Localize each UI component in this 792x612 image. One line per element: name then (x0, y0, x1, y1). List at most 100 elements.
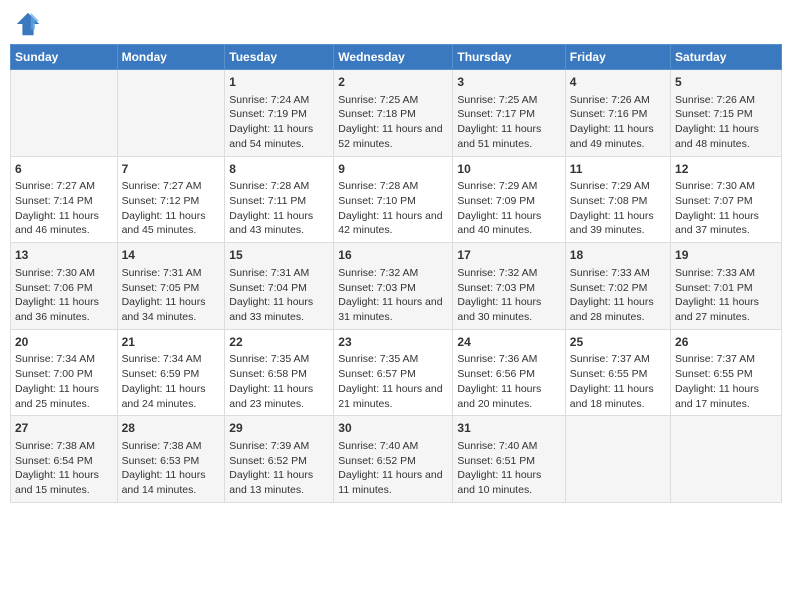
day-info: Sunrise: 7:38 AM Sunset: 6:54 PM Dayligh… (15, 439, 113, 498)
day-info: Sunrise: 7:37 AM Sunset: 6:55 PM Dayligh… (570, 352, 666, 411)
day-number: 17 (457, 247, 560, 264)
calendar-cell (671, 416, 782, 503)
day-info: Sunrise: 7:40 AM Sunset: 6:51 PM Dayligh… (457, 439, 560, 498)
calendar-cell: 17 Sunrise: 7:32 AM Sunset: 7:03 PM Dayli… (453, 243, 565, 330)
day-number: 14 (122, 247, 221, 264)
day-info: Sunrise: 7:29 AM Sunset: 7:08 PM Dayligh… (570, 179, 666, 238)
day-number: 3 (457, 74, 560, 91)
header-thursday: Thursday (453, 45, 565, 70)
day-number: 19 (675, 247, 777, 264)
calendar-cell: 26Sunrise: 7:37 AM Sunset: 6:55 PM Dayli… (671, 329, 782, 416)
day-info: Sunrise: 7:33 AM Sunset: 7:02 PM Dayligh… (570, 266, 666, 325)
day-number: 28 (122, 420, 221, 437)
day-number: 1 (229, 74, 329, 91)
day-info: Sunrise: 7:25 AM Sunset: 7:17 PM Dayligh… (457, 93, 560, 152)
calendar-cell: 25Sunrise: 7:37 AM Sunset: 6:55 PM Dayli… (565, 329, 670, 416)
day-number: 31 (457, 420, 560, 437)
calendar-cell: 31 Sunrise: 7:40 AM Sunset: 6:51 PM Dayli… (453, 416, 565, 503)
day-number: 23 (338, 334, 448, 351)
day-number: 20 (15, 334, 113, 351)
calendar-cell (565, 416, 670, 503)
day-info: Sunrise: 7:39 AM Sunset: 6:52 PM Dayligh… (229, 439, 329, 498)
calendar-cell: 4 Sunrise: 7:26 AM Sunset: 7:16 PM Daylig… (565, 70, 670, 157)
day-number: 2 (338, 74, 448, 91)
day-info: Sunrise: 7:28 AM Sunset: 7:11 PM Dayligh… (229, 179, 329, 238)
calendar-cell: 11Sunrise: 7:29 AM Sunset: 7:08 PM Dayli… (565, 156, 670, 243)
calendar-cell: 23Sunrise: 7:35 AM Sunset: 6:57 PM Dayli… (334, 329, 453, 416)
day-number: 25 (570, 334, 666, 351)
calendar-cell: 8Sunrise: 7:28 AM Sunset: 7:11 PM Daylig… (225, 156, 334, 243)
calendar-cell: 15 Sunrise: 7:31 AM Sunset: 7:04 PM Dayli… (225, 243, 334, 330)
day-info: Sunrise: 7:34 AM Sunset: 7:00 PM Dayligh… (15, 352, 113, 411)
day-number: 10 (457, 161, 560, 178)
header-wednesday: Wednesday (334, 45, 453, 70)
calendar-cell: 2 Sunrise: 7:25 AM Sunset: 7:18 PM Daylig… (334, 70, 453, 157)
header-friday: Friday (565, 45, 670, 70)
calendar-cell: 3 Sunrise: 7:25 AM Sunset: 7:17 PM Daylig… (453, 70, 565, 157)
calendar-week-row: 27Sunrise: 7:38 AM Sunset: 6:54 PM Dayli… (11, 416, 782, 503)
calendar-cell: 18 Sunrise: 7:33 AM Sunset: 7:02 PM Dayli… (565, 243, 670, 330)
calendar-cell: 5Sunrise: 7:26 AM Sunset: 7:15 PM Daylig… (671, 70, 782, 157)
header-monday: Monday (117, 45, 225, 70)
day-number: 21 (122, 334, 221, 351)
day-number: 30 (338, 420, 448, 437)
calendar-cell: 16 Sunrise: 7:32 AM Sunset: 7:03 PM Dayli… (334, 243, 453, 330)
day-info: Sunrise: 7:30 AM Sunset: 7:06 PM Dayligh… (15, 266, 113, 325)
calendar-cell: 14 Sunrise: 7:31 AM Sunset: 7:05 PM Dayli… (117, 243, 225, 330)
calendar-cell (11, 70, 118, 157)
day-info: Sunrise: 7:26 AM Sunset: 7:15 PM Dayligh… (675, 93, 777, 152)
day-number: 12 (675, 161, 777, 178)
calendar-cell: 22Sunrise: 7:35 AM Sunset: 6:58 PM Dayli… (225, 329, 334, 416)
calendar-cell: 21Sunrise: 7:34 AM Sunset: 6:59 PM Dayli… (117, 329, 225, 416)
day-info: Sunrise: 7:27 AM Sunset: 7:14 PM Dayligh… (15, 179, 113, 238)
header-tuesday: Tuesday (225, 45, 334, 70)
calendar-week-row: 1Sunrise: 7:24 AM Sunset: 7:19 PM Daylig… (11, 70, 782, 157)
day-info: Sunrise: 7:38 AM Sunset: 6:53 PM Dayligh… (122, 439, 221, 498)
day-number: 16 (338, 247, 448, 264)
calendar-table: SundayMondayTuesdayWednesdayThursdayFrid… (10, 44, 782, 503)
day-info: Sunrise: 7:32 AM Sunset: 7:03 PM Dayligh… (338, 266, 448, 325)
day-number: 4 (570, 74, 666, 91)
calendar-cell: 28 Sunrise: 7:38 AM Sunset: 6:53 PM Dayli… (117, 416, 225, 503)
day-info: Sunrise: 7:37 AM Sunset: 6:55 PM Dayligh… (675, 352, 777, 411)
day-info: Sunrise: 7:32 AM Sunset: 7:03 PM Dayligh… (457, 266, 560, 325)
day-info: Sunrise: 7:40 AM Sunset: 6:52 PM Dayligh… (338, 439, 448, 498)
calendar-cell: 20Sunrise: 7:34 AM Sunset: 7:00 PM Dayli… (11, 329, 118, 416)
logo-icon (14, 10, 42, 38)
calendar-cell: 24Sunrise: 7:36 AM Sunset: 6:56 PM Dayli… (453, 329, 565, 416)
calendar-week-row: 6Sunrise: 7:27 AM Sunset: 7:14 PM Daylig… (11, 156, 782, 243)
calendar-week-row: 20Sunrise: 7:34 AM Sunset: 7:00 PM Dayli… (11, 329, 782, 416)
calendar-cell: 6Sunrise: 7:27 AM Sunset: 7:14 PM Daylig… (11, 156, 118, 243)
day-info: Sunrise: 7:27 AM Sunset: 7:12 PM Dayligh… (122, 179, 221, 238)
calendar-cell: 29 Sunrise: 7:39 AM Sunset: 6:52 PM Dayli… (225, 416, 334, 503)
header-saturday: Saturday (671, 45, 782, 70)
day-number: 15 (229, 247, 329, 264)
header-sunday: Sunday (11, 45, 118, 70)
day-number: 6 (15, 161, 113, 178)
day-info: Sunrise: 7:26 AM Sunset: 7:16 PM Dayligh… (570, 93, 666, 152)
calendar-cell: 30 Sunrise: 7:40 AM Sunset: 6:52 PM Dayli… (334, 416, 453, 503)
day-number: 9 (338, 161, 448, 178)
day-number: 22 (229, 334, 329, 351)
day-number: 26 (675, 334, 777, 351)
page-header (10, 10, 782, 38)
calendar-cell: 1Sunrise: 7:24 AM Sunset: 7:19 PM Daylig… (225, 70, 334, 157)
day-info: Sunrise: 7:28 AM Sunset: 7:10 PM Dayligh… (338, 179, 448, 238)
calendar-cell: 19 Sunrise: 7:33 AM Sunset: 7:01 PM Dayli… (671, 243, 782, 330)
day-number: 18 (570, 247, 666, 264)
day-number: 24 (457, 334, 560, 351)
day-info: Sunrise: 7:35 AM Sunset: 6:58 PM Dayligh… (229, 352, 329, 411)
day-info: Sunrise: 7:25 AM Sunset: 7:18 PM Dayligh… (338, 93, 448, 152)
calendar-week-row: 13Sunrise: 7:30 AM Sunset: 7:06 PM Dayli… (11, 243, 782, 330)
calendar-cell: 12Sunrise: 7:30 AM Sunset: 7:07 PM Dayli… (671, 156, 782, 243)
day-info: Sunrise: 7:33 AM Sunset: 7:01 PM Dayligh… (675, 266, 777, 325)
calendar-cell (117, 70, 225, 157)
day-number: 29 (229, 420, 329, 437)
day-info: Sunrise: 7:34 AM Sunset: 6:59 PM Dayligh… (122, 352, 221, 411)
day-info: Sunrise: 7:35 AM Sunset: 6:57 PM Dayligh… (338, 352, 448, 411)
day-info: Sunrise: 7:31 AM Sunset: 7:04 PM Dayligh… (229, 266, 329, 325)
day-number: 7 (122, 161, 221, 178)
day-info: Sunrise: 7:31 AM Sunset: 7:05 PM Dayligh… (122, 266, 221, 325)
day-info: Sunrise: 7:29 AM Sunset: 7:09 PM Dayligh… (457, 179, 560, 238)
day-number: 8 (229, 161, 329, 178)
